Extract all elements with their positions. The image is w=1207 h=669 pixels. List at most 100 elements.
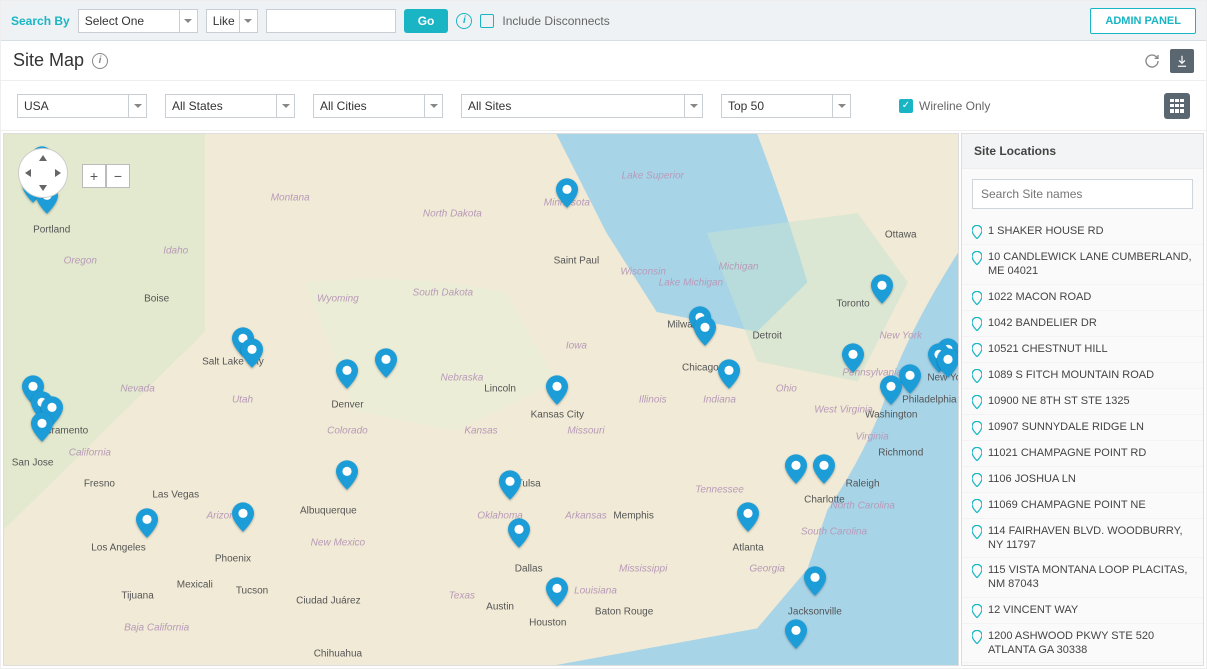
site-search-input[interactable]: [972, 179, 1193, 209]
map-pin[interactable]: [899, 364, 921, 394]
map-pin-icon: [972, 251, 982, 265]
site-list-item[interactable]: 1200 ASHWOOD PKWY STE 520 ATLANTA GA 303…: [962, 624, 1203, 664]
map-pin-icon: [136, 508, 158, 538]
info-icon[interactable]: i: [456, 13, 472, 29]
site-item-label: 1089 S FITCH MOUNTAIN ROAD: [988, 368, 1154, 382]
city-value: All Cities: [320, 99, 367, 113]
map-pin[interactable]: [871, 274, 893, 304]
map-pin-icon: [241, 338, 263, 368]
map-pin-icon: [556, 178, 578, 208]
app-root: Search By Select One Like Go i Include D…: [0, 0, 1207, 669]
refresh-button[interactable]: [1140, 49, 1164, 73]
map-pane[interactable]: PortlandBoiseSalt Lake CitySacramentoSan…: [3, 133, 959, 666]
site-list-item[interactable]: 115 VISTA MONTANA LOOP PLACITAS, NM 8704…: [962, 558, 1203, 598]
map-pin-icon: [972, 525, 982, 539]
map-pin-icon: [972, 564, 982, 578]
state-select[interactable]: All States: [165, 94, 295, 118]
site-list-item[interactable]: 1042 BANDELIER DR: [962, 311, 1203, 337]
map-pin[interactable]: [804, 566, 826, 596]
chevron-down-icon: [128, 95, 146, 117]
state-value: All States: [172, 99, 223, 113]
map-pin[interactable]: [556, 178, 578, 208]
site-list-item[interactable]: 12200 OLYMPIC CLUB DR: [962, 663, 1203, 665]
grid-view-button[interactable]: [1164, 93, 1190, 119]
info-icon[interactable]: i: [92, 53, 108, 69]
map-pin-icon: [871, 274, 893, 304]
map-pin-icon: [737, 502, 759, 532]
site-list-item[interactable]: 12 VINCENT WAY: [962, 598, 1203, 624]
map-pan-control[interactable]: [18, 148, 68, 198]
site-item-label: 10907 SUNNYDALE RIDGE LN: [988, 420, 1144, 434]
map-pin-icon: [31, 412, 53, 442]
map-pin-icon: [336, 460, 358, 490]
map-pin[interactable]: [31, 412, 53, 442]
site-list-item[interactable]: 1022 MACON ROAD: [962, 285, 1203, 311]
go-button[interactable]: Go: [404, 9, 449, 33]
top-select[interactable]: Top 50: [721, 94, 851, 118]
map-pin-icon: [546, 375, 568, 405]
site-list-item[interactable]: 1089 S FITCH MOUNTAIN ROAD: [962, 363, 1203, 389]
site-item-label: 1022 MACON ROAD: [988, 290, 1091, 304]
zoom-out-button[interactable]: −: [106, 164, 130, 188]
map-pin-icon: [785, 454, 807, 484]
map-pin[interactable]: [694, 316, 716, 346]
map-pin-icon: [972, 604, 982, 618]
map-pin[interactable]: [813, 454, 835, 484]
site-list-item[interactable]: 10900 NE 8TH ST STE 1325: [962, 389, 1203, 415]
map-pin[interactable]: [375, 348, 397, 378]
map-pin[interactable]: [785, 619, 807, 649]
map-pin[interactable]: [785, 454, 807, 484]
map-pin[interactable]: [737, 502, 759, 532]
admin-panel-button[interactable]: ADMIN PANEL: [1090, 8, 1196, 34]
chevron-down-icon: [276, 95, 294, 117]
map-pin[interactable]: [880, 375, 902, 405]
site-list-item[interactable]: 11021 CHAMPAGNE POINT RD: [962, 441, 1203, 467]
pan-left-icon: [25, 169, 31, 177]
map-pin-icon: [972, 447, 982, 461]
map-pin[interactable]: [336, 359, 358, 389]
site-item-label: 11021 CHAMPAGNE POINT RD: [988, 446, 1146, 460]
map-pin-icon: [546, 577, 568, 607]
search-by-label: Search By: [11, 14, 70, 28]
map-pin[interactable]: [232, 502, 254, 532]
map-pin-icon: [972, 499, 982, 513]
country-select[interactable]: USA: [17, 94, 147, 118]
map-pin[interactable]: [546, 577, 568, 607]
map-pin[interactable]: [508, 518, 530, 548]
site-list[interactable]: 1 SHAKER HOUSE RD10 CANDLEWICK LANE CUMB…: [962, 219, 1203, 665]
site-list-item[interactable]: 10521 CHESTNUT HILL: [962, 337, 1203, 363]
site-list-item[interactable]: 1106 JOSHUA LN: [962, 467, 1203, 493]
search-value-input[interactable]: [266, 9, 396, 33]
map-pin[interactable]: [136, 508, 158, 538]
site-list-item[interactable]: 11069 CHAMPAGNE POINT NE: [962, 493, 1203, 519]
site-list-item[interactable]: 114 FAIRHAVEN BLVD. WOODBURRY, NY 11797: [962, 519, 1203, 559]
site-select[interactable]: All Sites: [461, 94, 703, 118]
include-disconnects-checkbox[interactable]: [480, 14, 494, 28]
site-list-item[interactable]: 10907 SUNNYDALE RIDGE LN: [962, 415, 1203, 441]
wireline-only-checkbox[interactable]: [899, 99, 913, 113]
page-title: Site Map: [13, 50, 84, 71]
wireline-only-label: Wireline Only: [919, 99, 990, 113]
city-select[interactable]: All Cities: [313, 94, 443, 118]
zoom-in-button[interactable]: +: [82, 164, 106, 188]
search-operator-value: Like: [213, 14, 235, 28]
map-pin[interactable]: [937, 348, 959, 378]
site-list-item[interactable]: 10 CANDLEWICK LANE CUMBERLAND, ME 04021: [962, 245, 1203, 285]
chevron-down-icon: [179, 10, 197, 32]
map-pin[interactable]: [546, 375, 568, 405]
search-operator-select[interactable]: Like: [206, 9, 258, 33]
search-field-select[interactable]: Select One: [78, 9, 198, 33]
site-list-item[interactable]: 1 SHAKER HOUSE RD: [962, 219, 1203, 245]
map-pin[interactable]: [336, 460, 358, 490]
map-pin-icon: [972, 291, 982, 305]
map-pin[interactable]: [718, 359, 740, 389]
site-item-label: 12 VINCENT WAY: [988, 603, 1078, 617]
download-button[interactable]: [1170, 49, 1194, 73]
map-pin[interactable]: [499, 470, 521, 500]
content: PortlandBoiseSalt Lake CitySacramentoSan…: [1, 131, 1206, 668]
map-pin-icon: [813, 454, 835, 484]
map-pin[interactable]: [842, 343, 864, 373]
map-pin-icon: [972, 343, 982, 357]
pan-up-icon: [39, 155, 47, 161]
map-pin[interactable]: [241, 338, 263, 368]
